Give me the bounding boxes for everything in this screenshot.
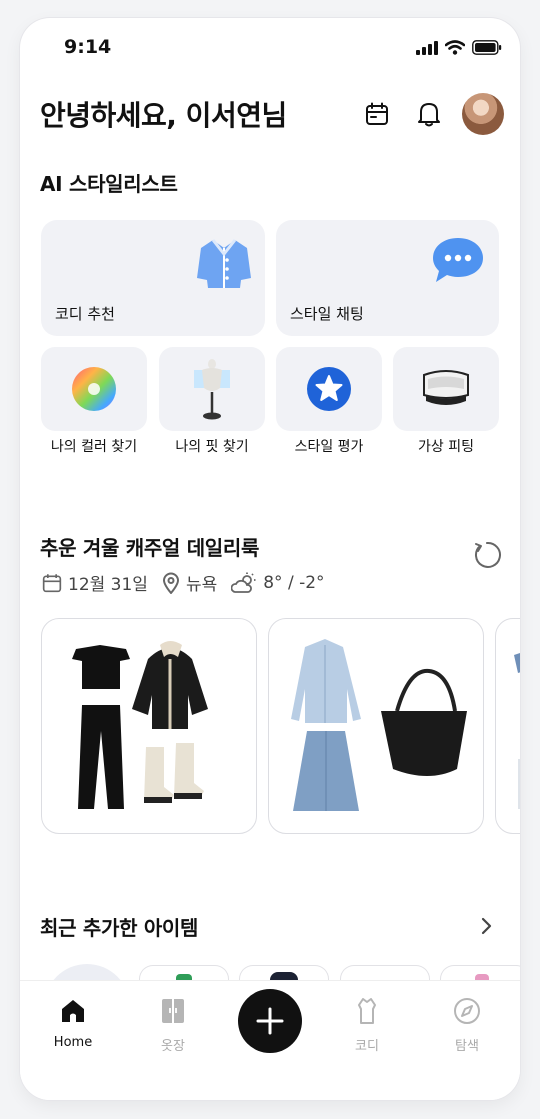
tab-closet-label: 옷장: [161, 1039, 185, 1054]
page-title: 안녕하세요, 이서연님: [40, 99, 287, 132]
shirt-icon: [358, 998, 376, 1024]
tab-home-label: Home: [53, 1035, 93, 1050]
find-color-card[interactable]: [41, 347, 147, 431]
signal-icon: [416, 40, 438, 55]
refresh-icon: [475, 541, 501, 568]
daily-look-title: 추운 겨울 캐주얼 데일리룩: [40, 536, 260, 560]
outfit-recommend-card[interactable]: 코디 추천: [41, 220, 265, 336]
outfit-image-1: [72, 641, 208, 809]
style-rating-card[interactable]: [276, 347, 382, 431]
mannequin-icon: [194, 359, 230, 420]
refresh-button[interactable]: [472, 540, 502, 570]
add-button[interactable]: [238, 989, 302, 1053]
phone-screen: 9:14 안녕하세요, 이서연님 AI 스타일리스트 코디 추천 스타일 채팅 …: [20, 18, 520, 1100]
chevron-right-icon: [481, 917, 492, 935]
compass-icon: [454, 998, 480, 1024]
tab-outfit[interactable]: 코디: [332, 997, 402, 1054]
tab-bar: Home 옷장 코디 탐색: [20, 980, 520, 1100]
plus-icon: [256, 1007, 284, 1035]
calendar-button[interactable]: [364, 101, 390, 127]
daily-look-location: 뉴욕: [185, 575, 218, 595]
find-color-label[interactable]: 나의 컬러 찾기: [41, 436, 147, 456]
notification-button[interactable]: [416, 101, 442, 127]
daily-look-date: 12월 31일: [68, 575, 148, 595]
style-rating-label[interactable]: 스타일 평가: [276, 436, 382, 456]
outfit-image-3: [514, 653, 520, 809]
status-bar: 9:14: [20, 18, 520, 76]
home-icon: [62, 1000, 84, 1022]
color-wheel-icon: [72, 367, 116, 411]
outfit-recommend-label: 코디 추천: [55, 305, 115, 323]
status-icons: [416, 40, 502, 55]
tab-explore-label: 탐색: [455, 1039, 479, 1054]
wifi-icon: [445, 40, 465, 55]
star-badge-icon: [307, 367, 351, 411]
cardigan-icon: [197, 239, 251, 288]
partly-cloudy-icon: [231, 572, 256, 593]
location-pin-icon: [162, 572, 179, 594]
virtual-fitting-label[interactable]: 가상 피팅: [393, 436, 499, 456]
calendar-icon: [366, 102, 388, 125]
status-time: 9:14: [64, 36, 112, 58]
vr-headset-icon: [423, 370, 469, 405]
chat-bubble-icon: [433, 238, 483, 282]
outfit-card-3[interactable]: [495, 618, 520, 834]
style-chat-label: 스타일 채팅: [290, 305, 364, 323]
tab-closet[interactable]: 옷장: [138, 997, 208, 1054]
ai-stylist-title: AI 스타일리스트: [40, 172, 178, 196]
daily-look-weather: 8° / -2°: [263, 572, 325, 593]
tab-home[interactable]: Home: [38, 997, 108, 1050]
style-chat-card[interactable]: 스타일 채팅: [276, 220, 499, 336]
tab-explore[interactable]: 탐색: [432, 997, 502, 1054]
closet-icon: [162, 999, 184, 1023]
tab-outfit-label: 코디: [355, 1039, 379, 1054]
avatar[interactable]: [462, 93, 504, 135]
daily-look-meta: 12월 31일 뉴욕 8° / -2°: [42, 570, 339, 595]
recent-items-more-button[interactable]: [476, 914, 496, 938]
outfit-card-2[interactable]: [268, 618, 484, 834]
recent-items-title: 최근 추가한 아이템: [40, 916, 199, 940]
header: 안녕하세요, 이서연님: [40, 90, 504, 138]
find-fit-label[interactable]: 나의 핏 찾기: [159, 436, 265, 456]
calendar-icon: [42, 573, 62, 592]
battery-icon: [472, 40, 502, 55]
outfit-card-1[interactable]: [41, 618, 257, 834]
find-fit-card[interactable]: [159, 347, 265, 431]
bell-icon: [418, 103, 440, 127]
outfit-image-2: [291, 639, 467, 811]
virtual-fitting-card[interactable]: [393, 347, 499, 431]
